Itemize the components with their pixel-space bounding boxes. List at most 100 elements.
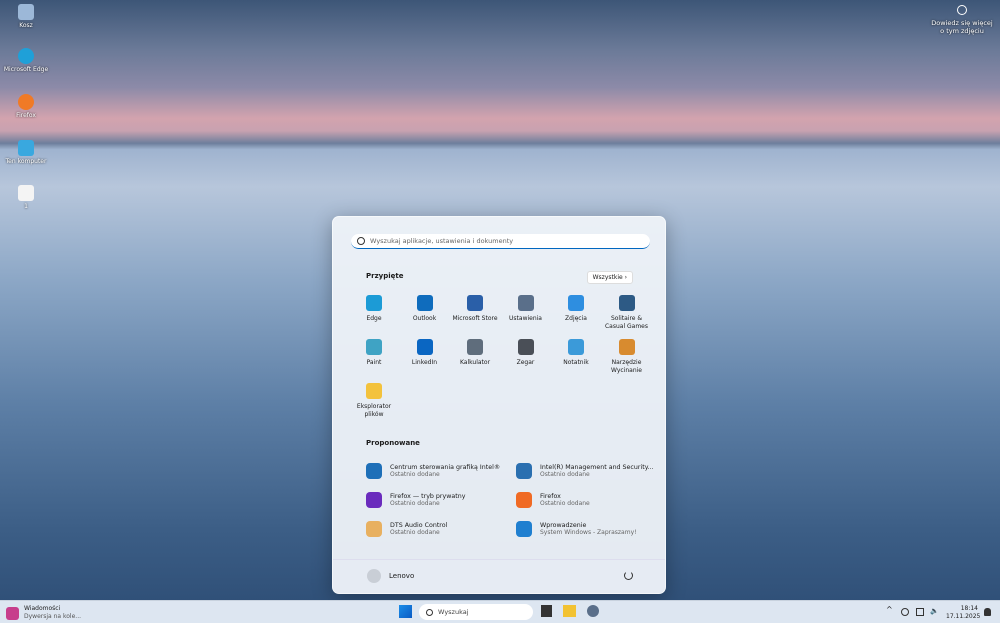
app-icon bbox=[516, 492, 532, 508]
app-icon bbox=[517, 295, 534, 311]
app-icon bbox=[366, 339, 382, 355]
recommended-item[interactable]: Wprowadzenie System Windows - Zapraszamy! bbox=[516, 521, 666, 537]
pinned-app[interactable]: Notatnik bbox=[551, 339, 601, 367]
volume-icon[interactable]: 🔈 bbox=[930, 607, 939, 615]
label: Wszystkie bbox=[592, 274, 623, 281]
desktop-icon-file[interactable]: 1 bbox=[2, 185, 50, 210]
task-view-icon[interactable] bbox=[541, 605, 552, 617]
clock[interactable]: 18:14 17.11.2025 bbox=[946, 605, 980, 621]
app-label: Paint bbox=[366, 359, 382, 366]
pinned-app[interactable]: Edge bbox=[349, 295, 399, 323]
search-icon bbox=[357, 237, 365, 245]
pinned-app[interactable]: Zdjęcia bbox=[551, 295, 601, 323]
recommended-item[interactable]: DTS Audio Control Ostatnio dodane bbox=[366, 521, 516, 537]
spotlight-learn-more[interactable]: Dowiedz się więcej o tym zdjęciu bbox=[930, 5, 994, 35]
item-title: Centrum sterowania grafiką Intel® bbox=[390, 464, 501, 471]
widgets-button[interactable]: Wiadomości Dywersja na kole... bbox=[6, 605, 81, 621]
label: Wyszukaj bbox=[438, 608, 469, 616]
item-title: Wprowadzenie bbox=[540, 522, 587, 529]
widget-subtitle: Dywersja na kole... bbox=[24, 613, 82, 620]
user-button[interactable]: Lenovo bbox=[367, 569, 414, 583]
app-icon bbox=[366, 463, 382, 479]
recommended-item[interactable]: Intel(R) Management and Security... Ostat… bbox=[516, 463, 666, 479]
taskbar-search[interactable]: Wyszukaj bbox=[419, 604, 533, 620]
app-icon bbox=[467, 295, 483, 311]
app-icon bbox=[568, 339, 584, 355]
battery-icon[interactable] bbox=[916, 608, 924, 616]
label: Dowiedz się więcej o tym zdjęciu bbox=[931, 19, 993, 35]
pinned-app[interactable]: Outlook bbox=[400, 295, 450, 323]
app-label: Microsoft Store bbox=[452, 315, 498, 322]
item-title: Firefox bbox=[540, 493, 561, 500]
time: 18:14 bbox=[960, 605, 978, 612]
recommended-item[interactable]: Firefox Ostatnio dodane bbox=[516, 492, 666, 508]
pinned-app[interactable]: Paint bbox=[349, 339, 399, 367]
pinned-app[interactable]: Kalkulator bbox=[450, 339, 500, 367]
app-icon bbox=[366, 492, 382, 508]
notification-bell-icon[interactable] bbox=[984, 608, 991, 616]
item-subtitle: Ostatnio dodane bbox=[540, 500, 590, 507]
widget-title: Wiadomości bbox=[24, 605, 61, 612]
item-title: Firefox — tryb prywatny bbox=[390, 493, 466, 500]
pinned-app[interactable]: Narzędzie Wycinanie bbox=[602, 339, 652, 375]
app-icon bbox=[516, 463, 532, 479]
app-icon bbox=[416, 295, 433, 311]
app-label: Edge bbox=[366, 315, 382, 322]
user-name: Lenovo bbox=[389, 572, 415, 580]
pinned-heading: Przypięte bbox=[366, 272, 404, 280]
app-label: Notatnik bbox=[563, 359, 589, 366]
item-subtitle: System Windows - Zapraszamy! bbox=[540, 529, 637, 536]
app-label: Outlook bbox=[412, 315, 437, 322]
item-subtitle: Ostatnio dodane bbox=[390, 500, 440, 507]
app-label: Zdjęcia bbox=[565, 315, 587, 322]
pinned-app[interactable]: Zegar bbox=[501, 339, 551, 367]
pinned-app[interactable]: Ustawienia bbox=[501, 295, 551, 323]
desktop-icon-recycle-bin[interactable]: Kosz bbox=[2, 4, 50, 29]
pinned-app[interactable]: Eksplorator plików bbox=[349, 383, 399, 419]
desktop-icon-this-pc[interactable]: Ten komputer bbox=[2, 140, 50, 165]
start-footer: Lenovo bbox=[333, 559, 665, 593]
app-label: Zegar bbox=[516, 359, 535, 366]
label: 1 bbox=[24, 203, 28, 210]
file-explorer-icon[interactable] bbox=[563, 605, 576, 617]
item-subtitle: Ostatnio dodane bbox=[390, 471, 440, 478]
app-label: Solitaire & Casual Games bbox=[604, 315, 649, 330]
item-title: DTS Audio Control bbox=[390, 522, 448, 529]
firefox-icon bbox=[18, 94, 34, 110]
app-label: Narzędzie Wycinanie bbox=[611, 359, 642, 374]
edge-icon bbox=[18, 48, 34, 64]
app-icon bbox=[516, 521, 532, 537]
app-label: Ustawienia bbox=[509, 315, 542, 322]
app-icon bbox=[517, 339, 534, 355]
search-icon bbox=[426, 608, 433, 616]
item-subtitle: Ostatnio dodane bbox=[540, 471, 590, 478]
label: Ten komputer bbox=[5, 158, 47, 165]
all-apps-button[interactable]: Wszystkie › bbox=[586, 271, 633, 284]
app-icon bbox=[467, 339, 483, 355]
settings-icon[interactable] bbox=[587, 605, 599, 617]
start-button[interactable] bbox=[399, 605, 412, 618]
app-icon bbox=[366, 521, 382, 537]
desktop-icon-edge[interactable]: Microsoft Edge bbox=[2, 48, 50, 73]
label: Kosz bbox=[19, 22, 33, 29]
power-icon[interactable] bbox=[624, 571, 633, 580]
recommended-item[interactable]: Centrum sterowania grafiką Intel® Ostatni… bbox=[366, 463, 516, 479]
app-icon bbox=[618, 339, 635, 355]
start-menu: Wyszukaj aplikacje, ustawienia i dokumen… bbox=[332, 216, 666, 594]
app-icon bbox=[416, 339, 433, 355]
taskbar: Wiadomości Dywersja na kole... Wyszukaj ^… bbox=[0, 600, 1000, 623]
label: Firefox bbox=[16, 112, 36, 119]
avatar bbox=[367, 569, 381, 583]
app-label: Kalkulator bbox=[459, 359, 491, 366]
desktop-icon-firefox[interactable]: Firefox bbox=[2, 94, 50, 119]
pinned-app[interactable]: LinkedIn bbox=[400, 339, 450, 367]
show-hidden-icons[interactable]: ^ bbox=[886, 605, 893, 614]
app-label: LinkedIn bbox=[411, 359, 438, 366]
pinned-app[interactable]: Microsoft Store bbox=[450, 295, 500, 323]
recommended-item[interactable]: Firefox — tryb prywatny Ostatnio dodane bbox=[366, 492, 516, 508]
placeholder: Wyszukaj aplikacje, ustawienia i dokumen… bbox=[370, 237, 514, 245]
pinned-app[interactable]: Solitaire & Casual Games bbox=[602, 295, 652, 331]
network-icon[interactable] bbox=[901, 608, 909, 616]
app-icon bbox=[366, 383, 382, 399]
start-search-input[interactable]: Wyszukaj aplikacje, ustawienia i dokumen… bbox=[351, 234, 650, 249]
